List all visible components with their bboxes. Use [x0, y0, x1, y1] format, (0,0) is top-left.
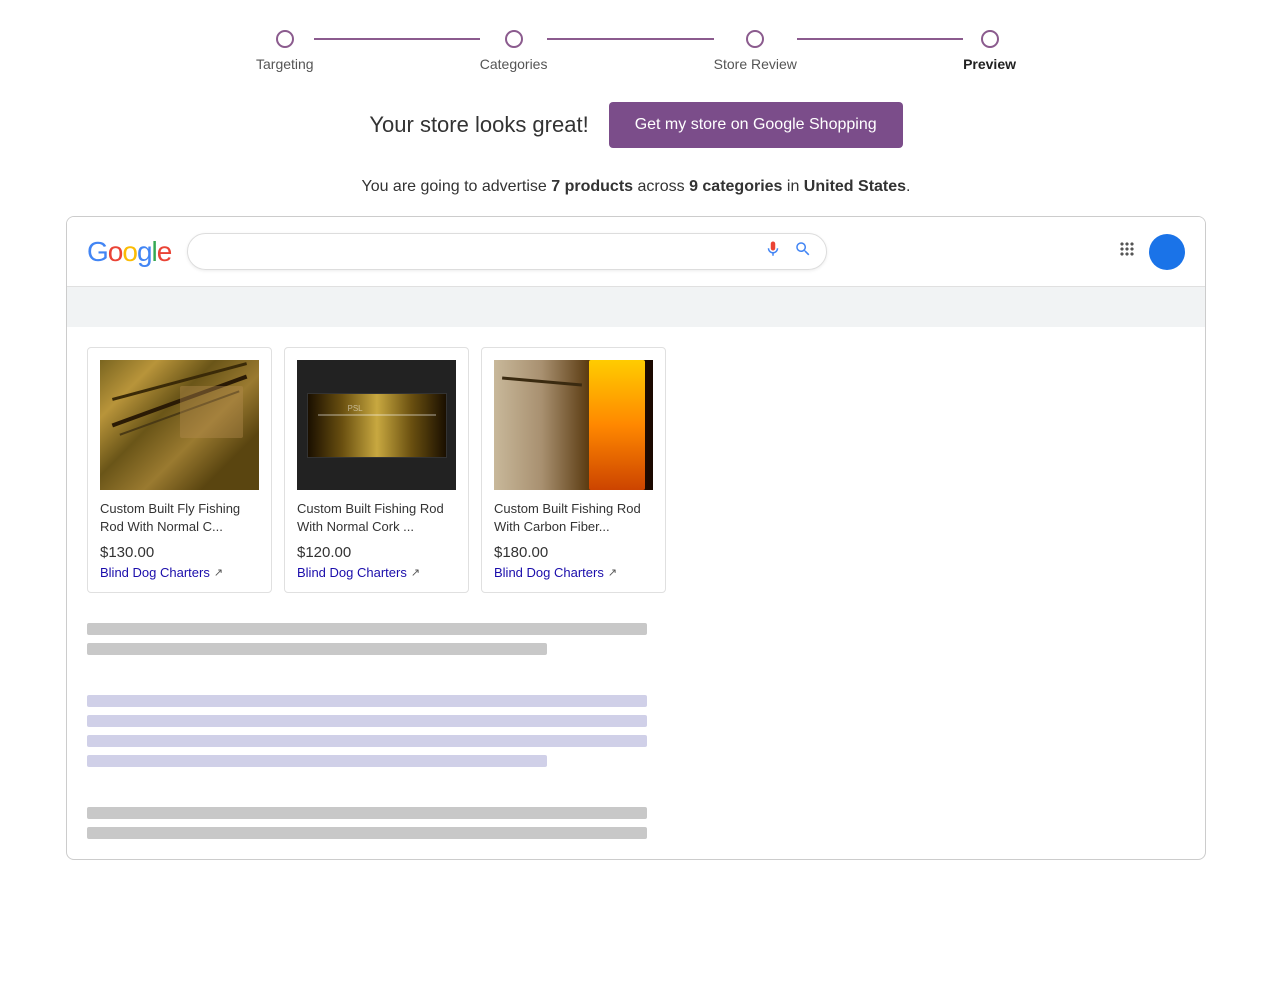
get-store-google-shopping-button[interactable]: Get my store on Google Shopping [609, 102, 903, 148]
advertise-products: 7 products [551, 178, 633, 195]
google-preview-frame: Google [66, 216, 1206, 860]
advertise-text-end: . [906, 178, 910, 195]
placeholder-line-7 [87, 807, 647, 819]
placeholder-line-5 [87, 735, 647, 747]
placeholder-lines-group-1 [87, 623, 1185, 655]
product-image-3-container [494, 360, 653, 490]
google-logo-g: G [87, 236, 108, 267]
product-image-1 [100, 360, 259, 490]
product-image-3 [494, 360, 653, 490]
product-card-1: Custom Built Fly Fishing Rod With Normal… [87, 347, 272, 593]
step-label-categories: Categories [480, 56, 548, 72]
step-store-review: Store Review [714, 30, 797, 72]
external-link-icon-2: ↗ [411, 566, 420, 579]
product-card-3: Custom Built Fishing Rod With Carbon Fib… [481, 347, 666, 593]
advertise-country: United States [804, 178, 906, 195]
shopping-results: Custom Built Fly Fishing Rod With Normal… [67, 327, 1205, 613]
placeholder-lines-group-2 [87, 695, 1185, 767]
product-seller-row-1: Blind Dog Charters ↗ [100, 565, 259, 580]
google-logo-g2: g [137, 236, 152, 267]
user-avatar[interactable] [1149, 234, 1185, 270]
stepper: Targeting Categories Store Review Previe… [0, 0, 1272, 92]
step-circle-categories [505, 30, 523, 48]
placeholder-line-3 [87, 695, 647, 707]
advertise-text-mid: across [633, 178, 689, 195]
advertise-info: You are going to advertise 7 products ac… [0, 168, 1272, 216]
external-link-icon-3: ↗ [608, 566, 617, 579]
advertise-text-mid2: in [782, 178, 803, 195]
product-image-2: PSL [307, 393, 447, 458]
mic-icon[interactable] [764, 240, 782, 263]
product-image-1-container [100, 360, 259, 490]
step-preview: Preview [963, 30, 1016, 72]
step-targeting: Targeting [256, 30, 314, 72]
content-placeholder-3 [67, 807, 1205, 839]
placeholder-lines-group-3 [87, 807, 1185, 839]
product-title-2: Custom Built Fishing Rod With Normal Cor… [297, 500, 456, 536]
product-card-2: PSL Custom Built Fishing Rod With Normal… [284, 347, 469, 593]
product-seller-3[interactable]: Blind Dog Charters [494, 565, 604, 580]
product-price-2: $120.00 [297, 544, 456, 561]
product-price-3: $180.00 [494, 544, 653, 561]
product-seller-row-3: Blind Dog Charters ↗ [494, 565, 653, 580]
google-search-box[interactable] [187, 233, 827, 270]
external-link-icon-1: ↗ [214, 566, 223, 579]
step-circle-targeting [276, 30, 294, 48]
product-cards-row: Custom Built Fly Fishing Rod With Normal… [87, 347, 1185, 613]
product-title-3: Custom Built Fishing Rod With Carbon Fib… [494, 500, 653, 536]
advertise-text-pre: You are going to advertise [361, 178, 551, 195]
google-logo-e: e [157, 236, 172, 267]
search-magnifier-icon[interactable] [794, 240, 812, 263]
content-placeholder-2 [67, 695, 1205, 807]
step-circle-store-review [746, 30, 764, 48]
step-label-store-review: Store Review [714, 56, 797, 72]
google-logo-o1: o [108, 236, 123, 267]
product-seller-2[interactable]: Blind Dog Charters [297, 565, 407, 580]
google-logo-o2: o [122, 236, 137, 267]
placeholder-line-4 [87, 715, 647, 727]
placeholder-line-2 [87, 643, 547, 655]
step-line-3 [797, 38, 963, 41]
step-categories: Categories [480, 30, 548, 72]
product-title-1: Custom Built Fly Fishing Rod With Normal… [100, 500, 259, 536]
placeholder-line-1 [87, 623, 647, 635]
google-search-area: Google [67, 217, 1205, 287]
step-label-preview: Preview [963, 56, 1016, 72]
grid-apps-icon[interactable] [1117, 239, 1137, 265]
header-section: Your store looks great! Get my store on … [0, 92, 1272, 168]
store-looks-great-text: Your store looks great! [369, 112, 588, 138]
google-logo: Google [87, 236, 171, 268]
product-seller-row-2: Blind Dog Charters ↗ [297, 565, 456, 580]
google-search-input[interactable] [202, 243, 764, 261]
gray-nav-bar [67, 287, 1205, 327]
placeholder-line-6 [87, 755, 547, 767]
product-price-1: $130.00 [100, 544, 259, 561]
step-line-2 [547, 38, 713, 41]
product-image-2-container: PSL [297, 360, 456, 490]
step-label-targeting: Targeting [256, 56, 314, 72]
placeholder-line-8 [87, 827, 647, 839]
content-placeholder-1 [67, 613, 1205, 695]
product-seller-1[interactable]: Blind Dog Charters [100, 565, 210, 580]
google-right-icons [1117, 234, 1185, 270]
search-icons-group [764, 240, 812, 263]
step-circle-preview [981, 30, 999, 48]
advertise-categories: 9 categories [689, 178, 782, 195]
step-line-1 [314, 38, 480, 41]
